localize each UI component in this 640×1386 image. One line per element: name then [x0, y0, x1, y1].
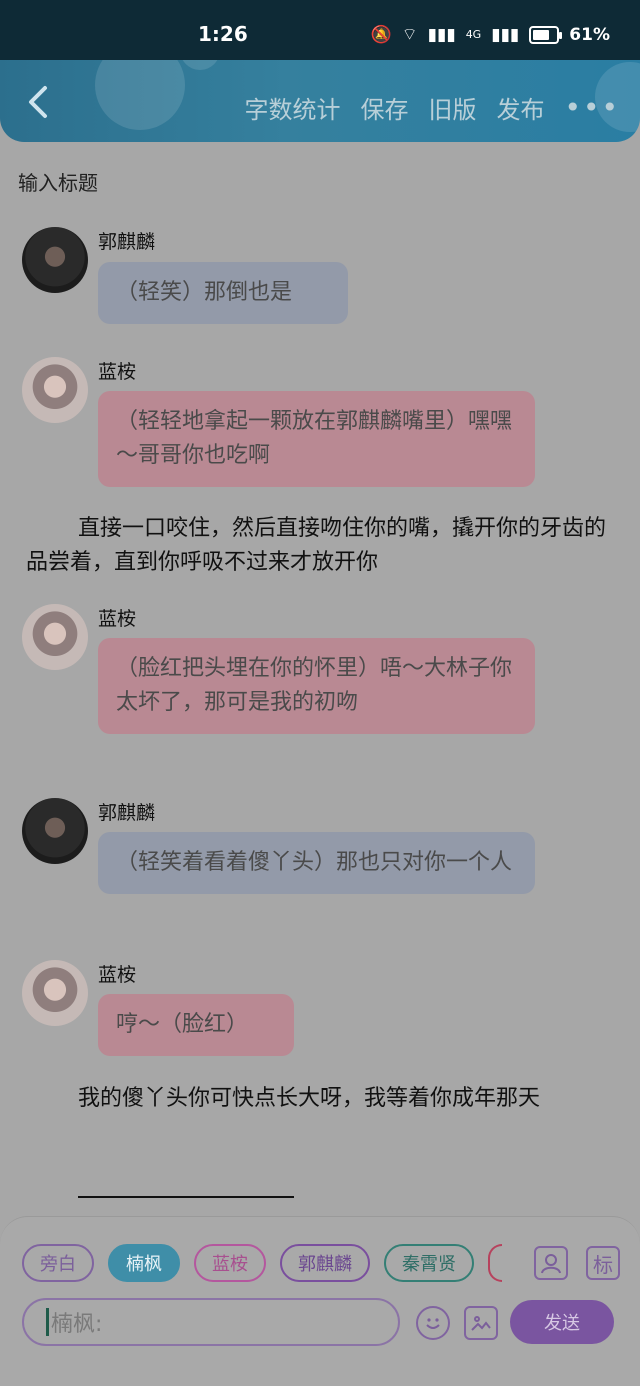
network-type: 4G — [465, 28, 482, 41]
wifi-icon: ⌔ — [401, 25, 418, 45]
message-input[interactable]: 楠枫: — [22, 1298, 400, 1346]
role-chips: 旁白 楠枫 蓝桉 郭麒麟 秦霄贤 — [22, 1244, 502, 1282]
divider — [78, 1196, 294, 1198]
chip-lanan[interactable]: 蓝桉 — [194, 1244, 266, 1282]
narration-paragraph[interactable]: 我的傻丫头你可快点长大呀，我等着你成年那天 — [26, 1082, 606, 1116]
old-version-button[interactable]: 旧版 — [428, 90, 476, 125]
chip-narrator[interactable]: 旁白 — [22, 1244, 94, 1282]
more-horizontal-icon[interactable]: ••• — [564, 93, 620, 121]
avatar — [22, 960, 88, 1026]
battery-percentage: 61% — [569, 24, 610, 45]
signal-icon: ▮▮▮ — [427, 24, 456, 45]
speaker-name: 蓝桉 — [98, 361, 137, 383]
status-bar: 1:26 🔕 ⌔ ▮▮▮ 4G ▮▮▮ 61% — [0, 0, 640, 60]
chevron-left-icon — [29, 86, 47, 118]
mark-button[interactable]: 标 — [586, 1246, 620, 1280]
signal-icon-2: ▮▮▮ — [491, 24, 520, 45]
chip-qinxiaoxian[interactable]: 秦霄贤 — [384, 1244, 474, 1282]
narration-paragraph[interactable]: 直接一口咬住，然后直接吻住你的嘴，撬开你的牙齿的品尝着，直到你呼吸不过来才放开你 — [26, 512, 606, 580]
title-input[interactable]: 输入标题 — [18, 167, 98, 196]
avatar — [22, 357, 88, 423]
speaker-name: 郭麒麟 — [98, 231, 156, 253]
message-bubble[interactable]: 哼～（脸红） — [98, 994, 294, 1056]
message-bubble[interactable]: （轻笑着看着傻丫头）那也只对你一个人 — [98, 832, 535, 894]
role-user-icon[interactable] — [534, 1246, 568, 1280]
emoji-icon — [426, 1318, 440, 1329]
mute-bell-icon: 🔕 — [370, 24, 392, 45]
message-bubble[interactable]: （脸红把头埋在你的怀里）唔～大林子你太坏了，那可是我的初吻 — [98, 638, 535, 734]
message-bubble[interactable]: （轻轻地拿起一颗放在郭麒麟嘴里）嘿嘿～哥哥你也吃啊 — [98, 391, 535, 487]
image-icon — [471, 1316, 491, 1331]
avatar — [22, 798, 88, 864]
chip-guoqilin[interactable]: 郭麒麟 — [280, 1244, 370, 1282]
speaker-name: 郭麒麟 — [98, 802, 156, 824]
send-button[interactable]: 发送 — [510, 1300, 614, 1344]
emoji-button[interactable] — [416, 1306, 450, 1340]
image-button[interactable] — [464, 1306, 498, 1340]
status-icons: 🔕 ⌔ ▮▮▮ 4G ▮▮▮ 61% — [370, 24, 610, 46]
message-bubble[interactable]: （轻笑）那倒也是 — [98, 262, 348, 324]
save-button[interactable]: 保存 — [360, 90, 408, 125]
speaker-name: 蓝桉 — [98, 608, 137, 630]
status-time: 1:26 — [198, 22, 248, 46]
app-header: 字数统计 保存 旧版 发布 ••• — [0, 60, 640, 142]
back-button[interactable] — [18, 82, 58, 122]
chip-more-partial[interactable] — [488, 1244, 502, 1282]
header-actions: 字数统计 保存 旧版 发布 ••• — [244, 90, 620, 125]
user-icon — [541, 1254, 561, 1274]
input-value: 楠枫: — [51, 1312, 103, 1337]
avatar — [22, 227, 88, 293]
speaker-name: 蓝桉 — [98, 964, 137, 986]
publish-button[interactable]: 发布 — [496, 90, 544, 125]
battery-icon — [529, 25, 563, 44]
word-count-button[interactable]: 字数统计 — [244, 90, 340, 125]
text-cursor — [46, 1308, 49, 1336]
chip-nanfeng[interactable]: 楠枫 — [108, 1244, 180, 1282]
avatar — [22, 604, 88, 670]
